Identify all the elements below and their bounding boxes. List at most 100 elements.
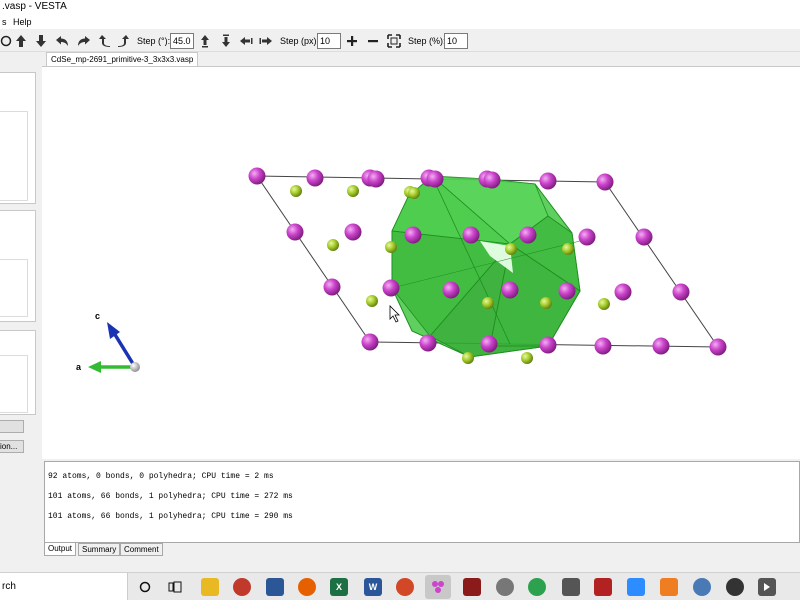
app-grey-icon[interactable] — [496, 578, 514, 596]
tab-summary[interactable]: Summary — [78, 543, 121, 556]
structure-viewport[interactable]: c a — [42, 66, 800, 459]
cd-atom — [501, 281, 519, 299]
cd-atom — [419, 334, 437, 352]
atoms-back — [286, 185, 378, 307]
calculator-icon[interactable] — [562, 578, 580, 596]
obs-icon[interactable] — [726, 578, 744, 596]
axis-c-label: c — [95, 311, 100, 321]
se-atom — [540, 297, 552, 309]
cd-atom — [286, 223, 304, 241]
undo-icon[interactable] — [54, 32, 70, 50]
cd-atom — [578, 228, 596, 246]
step-up-icon[interactable] — [198, 32, 212, 50]
se-atom — [290, 185, 302, 197]
se-atom — [347, 185, 359, 197]
se-atom — [327, 239, 339, 251]
file-explorer-icon[interactable] — [201, 578, 219, 596]
step-deg-input[interactable] — [170, 33, 194, 49]
tab-comment[interactable]: Comment — [120, 543, 163, 556]
cortana-icon[interactable] — [136, 578, 154, 596]
document-tabstrip: CdSe_mp-2691_primitive-3_3x3x3.vasp — [42, 52, 800, 66]
window-title: .vasp - VESTA — [2, 1, 67, 12]
step-deg-label: Step (°): — [137, 36, 171, 46]
app-orange-icon[interactable] — [660, 578, 678, 596]
zoom-in-icon[interactable] — [345, 32, 359, 50]
cd-atom — [483, 171, 501, 189]
title-bar: .vasp - VESTA — [0, 0, 800, 16]
output-panel: 92 atoms, 0 bonds, 0 polyhedra; CPU time… — [44, 461, 800, 543]
left-panel-list-2[interactable] — [0, 259, 28, 317]
toolbar: Step (°): Step (px): Step (%): — [0, 30, 800, 52]
left-panel-button-1[interactable] — [0, 420, 24, 433]
se-atom — [562, 243, 574, 255]
zoom-out-icon[interactable] — [366, 32, 380, 50]
cd-atom — [652, 337, 670, 355]
vesta-taskbar-icon[interactable] — [425, 575, 451, 599]
cd-atom — [462, 226, 480, 244]
cd-atom — [480, 335, 498, 353]
tab-output[interactable]: Output — [44, 543, 77, 556]
se-atom — [521, 352, 533, 364]
se-atom — [462, 352, 474, 364]
output-line: 92 atoms, 0 bonds, 0 polyhedra; CPU time… — [48, 472, 274, 481]
fit-icon[interactable] — [386, 32, 402, 50]
app-red-icon[interactable] — [233, 578, 251, 596]
app-cube-icon[interactable] — [594, 578, 612, 596]
taskbar-search[interactable]: rch — [0, 573, 128, 600]
app-blue-icon[interactable] — [266, 578, 284, 596]
app-dark-red-icon[interactable] — [463, 578, 481, 596]
left-panel: ion... — [0, 52, 40, 572]
firefox-icon[interactable] — [298, 578, 316, 596]
cd-atom — [539, 172, 557, 190]
arrow-up-icon[interactable] — [14, 32, 28, 50]
media-player-icon[interactable] — [758, 578, 776, 596]
menu-item-help[interactable]: Help — [13, 15, 32, 29]
redo-icon[interactable] — [76, 32, 92, 50]
left-panel-box-2 — [0, 210, 36, 322]
word-icon[interactable]: W — [364, 578, 382, 596]
se-atom — [408, 187, 420, 199]
step-right-icon[interactable] — [258, 32, 274, 50]
cd-atom — [672, 283, 690, 301]
structure-canvas: c a — [76, 167, 727, 373]
axis-a-label: a — [76, 362, 82, 372]
left-panel-list-3[interactable] — [0, 355, 28, 413]
cd-atom — [404, 226, 422, 244]
chrome-icon[interactable] — [528, 578, 546, 596]
cd-atom — [709, 338, 727, 356]
polyhedron — [391, 175, 581, 358]
arrow-down-icon[interactable] — [34, 32, 48, 50]
cd-atom — [594, 337, 612, 355]
step-px-input[interactable] — [317, 33, 341, 49]
step-px-label: Step (px): — [280, 36, 320, 46]
rotate-ccw-icon[interactable] — [98, 32, 112, 50]
cd-atom — [323, 278, 341, 296]
document-tab[interactable]: CdSe_mp-2691_primitive-3_3x3x3.vasp — [46, 52, 199, 66]
cd-atom — [344, 223, 362, 241]
se-atom — [366, 295, 378, 307]
output-line: 101 atoms, 66 bonds, 1 polyhedra; CPU ti… — [48, 512, 293, 521]
powerpoint-icon[interactable] — [396, 578, 414, 596]
left-panel-button-2[interactable]: ion... — [0, 440, 24, 453]
rotate-cw-icon[interactable] — [116, 32, 130, 50]
cd-atom — [382, 279, 400, 297]
step-left-icon[interactable] — [238, 32, 254, 50]
mouse-cursor — [389, 305, 400, 323]
app-globe-icon[interactable] — [693, 578, 711, 596]
left-panel-list-1[interactable] — [0, 111, 28, 201]
cd-atom — [539, 336, 557, 354]
taskbar: rch X W — [0, 572, 800, 600]
excel-icon[interactable]: X — [330, 578, 348, 596]
cd-atom — [361, 333, 379, 351]
zoom-app-icon[interactable] — [627, 578, 645, 596]
task-view-icon[interactable] — [166, 578, 184, 596]
cd-atom — [306, 169, 324, 187]
step-pct-input[interactable] — [444, 33, 468, 49]
rotate-icon[interactable] — [0, 32, 12, 50]
cd-atom — [426, 170, 444, 188]
step-down-icon[interactable] — [219, 32, 233, 50]
cd-atom — [442, 281, 460, 299]
menu-item-analysis[interactable]: s — [2, 15, 7, 29]
left-panel-box-1 — [0, 72, 36, 204]
se-atom — [385, 241, 397, 253]
